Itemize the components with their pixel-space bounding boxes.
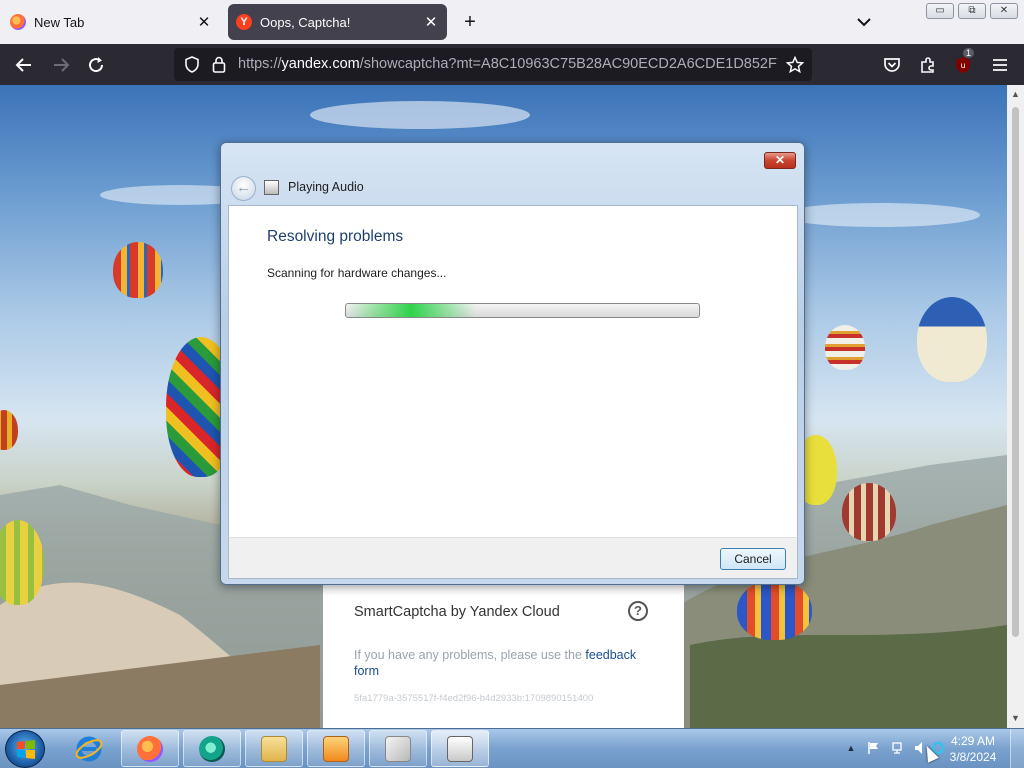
taskbar-internet-explorer[interactable] — [60, 730, 118, 767]
clock-date: 3/8/2024 — [949, 750, 997, 764]
smartcaptcha-card: SmartCaptcha by Yandex Cloud ? If you ha… — [323, 585, 684, 728]
dialog-heading: Resolving problems — [267, 228, 404, 245]
dialog-title: Playing Audio — [288, 180, 364, 194]
feedback-text: If you have any problems, please use the… — [354, 648, 637, 678]
tab-new-tab[interactable]: New Tab ✕ — [2, 4, 220, 40]
audio-troubleshooter-icon — [447, 735, 473, 762]
balloon-image — [737, 580, 812, 640]
taskbar-chat-app[interactable] — [183, 730, 241, 767]
scroll-up-icon[interactable]: ▲ — [1011, 89, 1020, 99]
pocket-button[interactable] — [879, 52, 905, 78]
minimize-button[interactable]: ▭ — [926, 3, 954, 19]
yandex-icon: Y — [236, 14, 252, 30]
forward-arrow-icon — [54, 58, 70, 72]
reload-icon — [89, 57, 104, 73]
tab-oops-captcha[interactable]: Y Oops, Captcha! ✕ — [228, 4, 447, 40]
puzzle-icon — [921, 57, 934, 73]
progress-bar — [345, 303, 700, 318]
smartcaptcha-title: SmartCaptcha by Yandex Cloud — [354, 604, 560, 620]
progress-marquee — [346, 304, 476, 317]
bookmark-star-icon[interactable] — [786, 56, 804, 74]
file-explorer-icon — [261, 735, 287, 762]
close-window-button[interactable]: ✕ — [990, 3, 1018, 19]
firefox-icon — [137, 735, 163, 762]
tab-title: Oops, Captcha! — [260, 14, 351, 30]
address-bar[interactable]: https://yandex.com/showcaptcha?mt=A8C109… — [174, 48, 812, 81]
clock[interactable]: 4:29 AM 3/8/2024 — [945, 733, 1001, 765]
taskbar-file-explorer[interactable] — [245, 730, 303, 767]
captcha-request-id: 5fa1779a-3575517f-f4ed2f96-b4d2933b:1709… — [354, 693, 594, 704]
ublock-extension-button[interactable]: u 1 — [950, 48, 976, 78]
troubleshooter-icon — [264, 180, 279, 195]
taskbar-audio-troubleshooter[interactable] — [431, 730, 489, 767]
internet-explorer-icon — [75, 736, 103, 761]
lock-icon[interactable] — [211, 56, 227, 73]
url-text[interactable]: https://yandex.com/showcaptcha?mt=A8C109… — [238, 56, 778, 72]
dialog-status-text: Scanning for hardware changes... — [267, 266, 447, 280]
taskbar-media-player[interactable] — [307, 730, 365, 767]
app-menu-button[interactable] — [987, 52, 1013, 78]
firefox-icon — [10, 14, 26, 30]
close-tab-icon[interactable]: ✕ — [192, 13, 216, 31]
ublock-origin-icon: u — [956, 57, 970, 73]
archive-icon — [385, 735, 411, 762]
extensions-button[interactable] — [915, 52, 941, 78]
taskbar: ▲ 4:29 AM 3/8/2024 — [0, 728, 1024, 768]
show-hidden-icons-button[interactable]: ▲ — [844, 741, 858, 755]
balloon-image — [825, 325, 865, 370]
dialog-close-button[interactable]: ✕ — [764, 152, 796, 169]
dialog-content: Resolving problems Scanning for hardware… — [228, 205, 798, 537]
navigation-bar: https://yandex.com/showcaptcha?mt=A8C109… — [0, 44, 1024, 85]
scroll-down-icon[interactable]: ▼ — [1011, 713, 1020, 723]
balloon-image — [917, 297, 987, 382]
back-button[interactable] — [11, 52, 37, 78]
dialog-back-button[interactable]: ← — [231, 176, 256, 201]
balloon-image — [113, 242, 163, 298]
taskbar-firefox[interactable] — [121, 730, 179, 767]
new-tab-button[interactable]: + — [458, 10, 482, 34]
reload-button[interactable] — [83, 52, 109, 78]
page-scrollbar[interactable]: ▲ ▼ — [1007, 85, 1024, 728]
svg-text:u: u — [960, 61, 965, 70]
clock-time: 4:29 AM — [950, 734, 996, 748]
windows-logo-icon — [17, 740, 35, 759]
tracking-shield-icon[interactable] — [184, 56, 200, 73]
taskbar-archive-app[interactable] — [369, 730, 427, 767]
show-desktop-button[interactable] — [1010, 729, 1024, 768]
close-tab-icon[interactable]: ✕ — [419, 13, 443, 31]
chat-app-icon — [199, 735, 225, 762]
hamburger-menu-icon — [993, 59, 1007, 71]
troubleshooter-dialog: ✕ ← Playing Audio Resolving problems Sca… — [220, 142, 805, 585]
tab-title: New Tab — [34, 14, 85, 30]
back-arrow-icon — [15, 58, 31, 72]
balloon-image — [842, 483, 896, 541]
cancel-button[interactable]: Cancel — [720, 548, 786, 570]
restore-button[interactable]: ⧉ — [958, 3, 986, 19]
dialog-footer: Cancel — [228, 537, 798, 579]
media-player-icon — [323, 735, 349, 762]
extension-badge: 1 — [963, 48, 975, 58]
forward-button[interactable] — [48, 52, 74, 78]
help-icon[interactable]: ? — [628, 601, 648, 621]
tab-bar: New Tab ✕ Y Oops, Captcha! ✕ + ▭ ⧉ ✕ — [0, 0, 1024, 44]
network-icon[interactable] — [891, 741, 905, 755]
pocket-icon — [884, 58, 900, 72]
action-center-flag-icon[interactable] — [867, 741, 881, 755]
list-all-tabs-button[interactable] — [853, 10, 875, 34]
scrollbar-thumb[interactable] — [1012, 107, 1019, 637]
start-button[interactable] — [5, 730, 45, 768]
